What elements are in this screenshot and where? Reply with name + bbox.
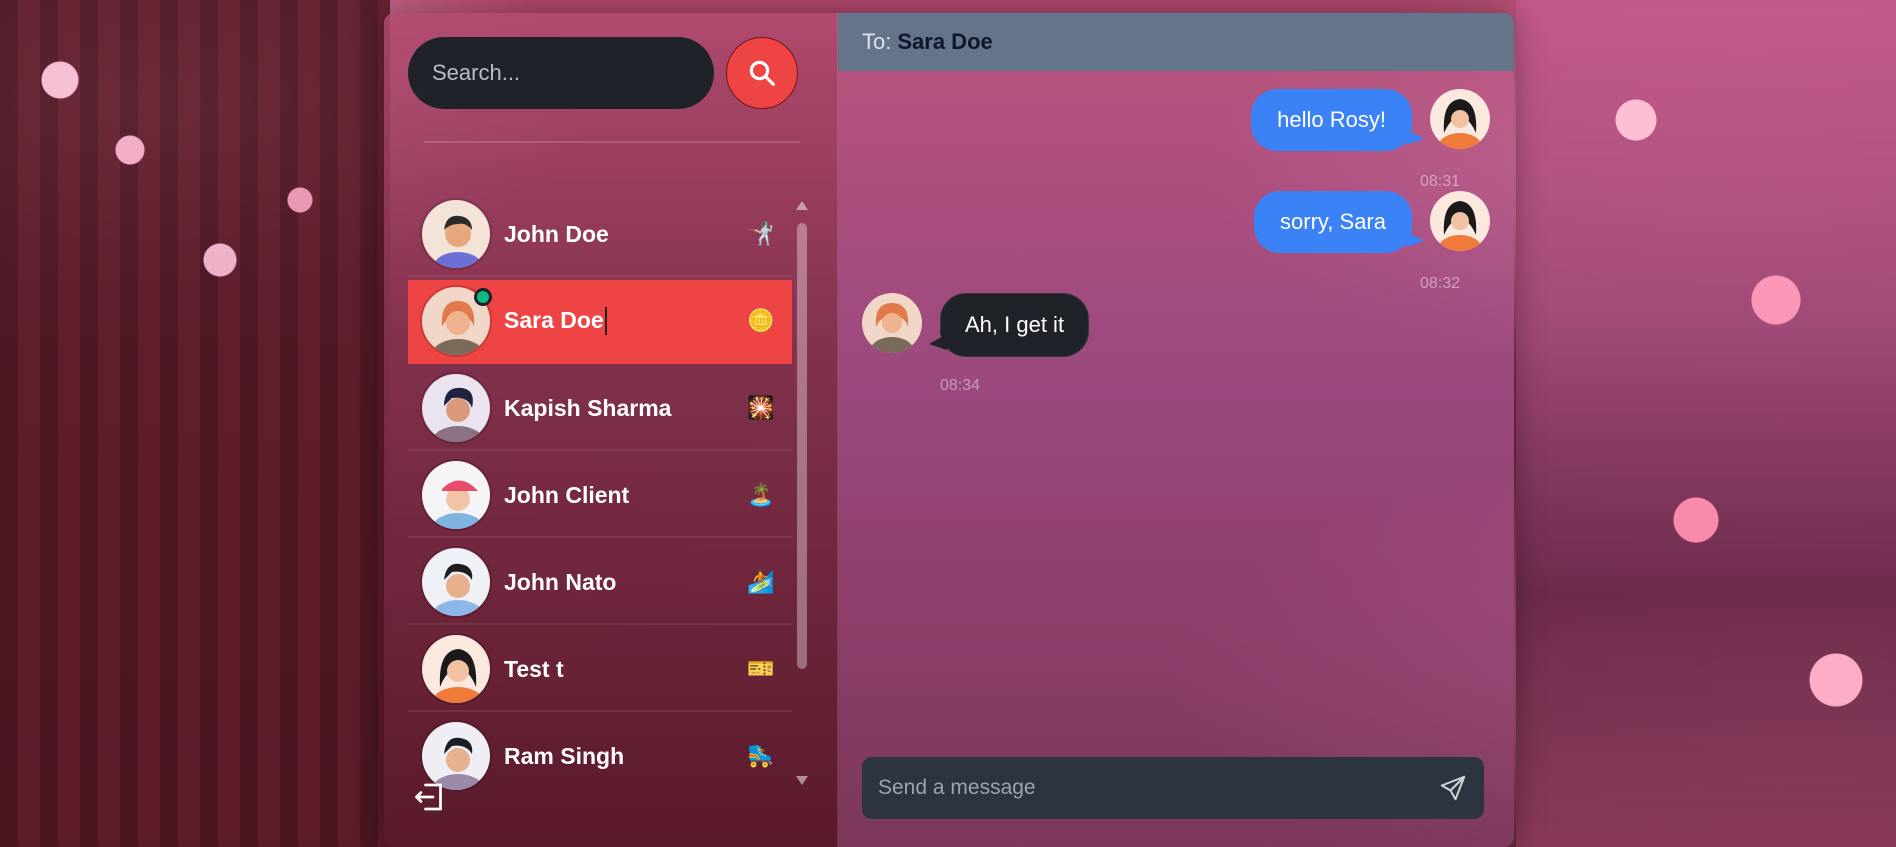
- search-icon: [749, 60, 775, 86]
- contact-name: Test t: [504, 655, 564, 682]
- message-time: 08:31: [1420, 173, 1461, 190]
- search-row: [408, 37, 798, 109]
- background-right: [1516, 0, 1896, 847]
- logout-icon: [415, 783, 442, 811]
- avatar: [1430, 191, 1490, 251]
- avatar: [420, 459, 492, 531]
- send-icon: [1440, 775, 1466, 801]
- status-emoji: 🪙: [747, 308, 775, 333]
- scroll-up-arrow[interactable]: [796, 201, 808, 210]
- logout-button[interactable]: [412, 779, 448, 815]
- message-bubble: hello Rosy!: [1251, 89, 1424, 151]
- message-bubble: Ah, I get it: [928, 293, 1090, 357]
- recipient-name: Sara Doe: [897, 29, 993, 54]
- text-caret: [604, 307, 607, 336]
- sidebar-divider: [424, 141, 800, 143]
- status-emoji: 🛼: [747, 743, 775, 768]
- contact-name: John Doe: [504, 220, 609, 247]
- chat-header: To: Sara Doe: [838, 13, 1514, 71]
- contact-item-john-nato[interactable]: John Nato 🏄: [408, 541, 792, 625]
- message-outgoing: sorry, Sara: [1254, 191, 1490, 253]
- sidebar: John Doe 🤺 Sara Doe 🪙: [384, 13, 838, 847]
- search-input[interactable]: [408, 37, 714, 109]
- scroll-thumb[interactable]: [797, 223, 807, 669]
- contact-list-scrollbar[interactable]: [794, 199, 810, 785]
- contact-item-kapish-sharma[interactable]: Kapish Sharma 🎇: [408, 367, 792, 451]
- contact-item-john-doe[interactable]: John Doe 🤺: [408, 193, 792, 277]
- contact-list: John Doe 🤺 Sara Doe 🪙 Kapish Sharma 🎇 Jo…: [408, 193, 792, 791]
- avatar: [420, 633, 492, 705]
- contact-item-john-client[interactable]: John Client 🏝️: [408, 454, 792, 538]
- status-emoji: 🏝️: [747, 482, 775, 507]
- avatar: [862, 293, 922, 353]
- status-emoji: 🎇: [747, 395, 775, 420]
- contact-item-sara-doe[interactable]: Sara Doe 🪙: [408, 280, 792, 364]
- contact-name: John Client: [504, 481, 630, 508]
- status-emoji: 🤺: [747, 221, 775, 246]
- contact-name: John Nato: [504, 568, 617, 595]
- message-list: hello Rosy! 08:31 sorry, Sara 08:32 Ah, …: [838, 71, 1514, 751]
- to-label: To:: [862, 29, 892, 54]
- status-emoji: 🎫: [747, 656, 775, 681]
- chat-app: John Doe 🤺 Sara Doe 🪙: [384, 13, 1514, 847]
- online-indicator: [474, 288, 492, 306]
- background-left: [0, 0, 390, 847]
- send-button[interactable]: [1438, 773, 1468, 803]
- message-composer: [862, 757, 1484, 819]
- contact-name: Sara Doe: [504, 307, 746, 336]
- message-time: 08:32: [1420, 275, 1461, 292]
- contact-name: Kapish Sharma: [504, 394, 672, 421]
- avatar: [420, 546, 492, 618]
- contact-item-ram-singh[interactable]: Ram Singh 🛼: [408, 715, 792, 791]
- chat-panel: To: Sara Doe hello Rosy! 08:31 sorry, Sa…: [838, 13, 1514, 847]
- scroll-down-arrow[interactable]: [796, 776, 808, 785]
- message-bubble: sorry, Sara: [1254, 191, 1424, 253]
- avatar: [420, 198, 492, 270]
- status-emoji: 🏄: [747, 569, 775, 594]
- avatar: [420, 372, 492, 444]
- contact-item-test-t[interactable]: Test t 🎫: [408, 628, 792, 712]
- search-button[interactable]: [726, 37, 798, 109]
- message-incoming: Ah, I get it: [862, 293, 1090, 357]
- message-time: 08:34: [940, 377, 981, 394]
- contact-name: Ram Singh: [504, 742, 625, 769]
- message-input[interactable]: [878, 757, 1438, 819]
- avatar: [1430, 89, 1490, 149]
- message-outgoing: hello Rosy!: [1251, 89, 1490, 151]
